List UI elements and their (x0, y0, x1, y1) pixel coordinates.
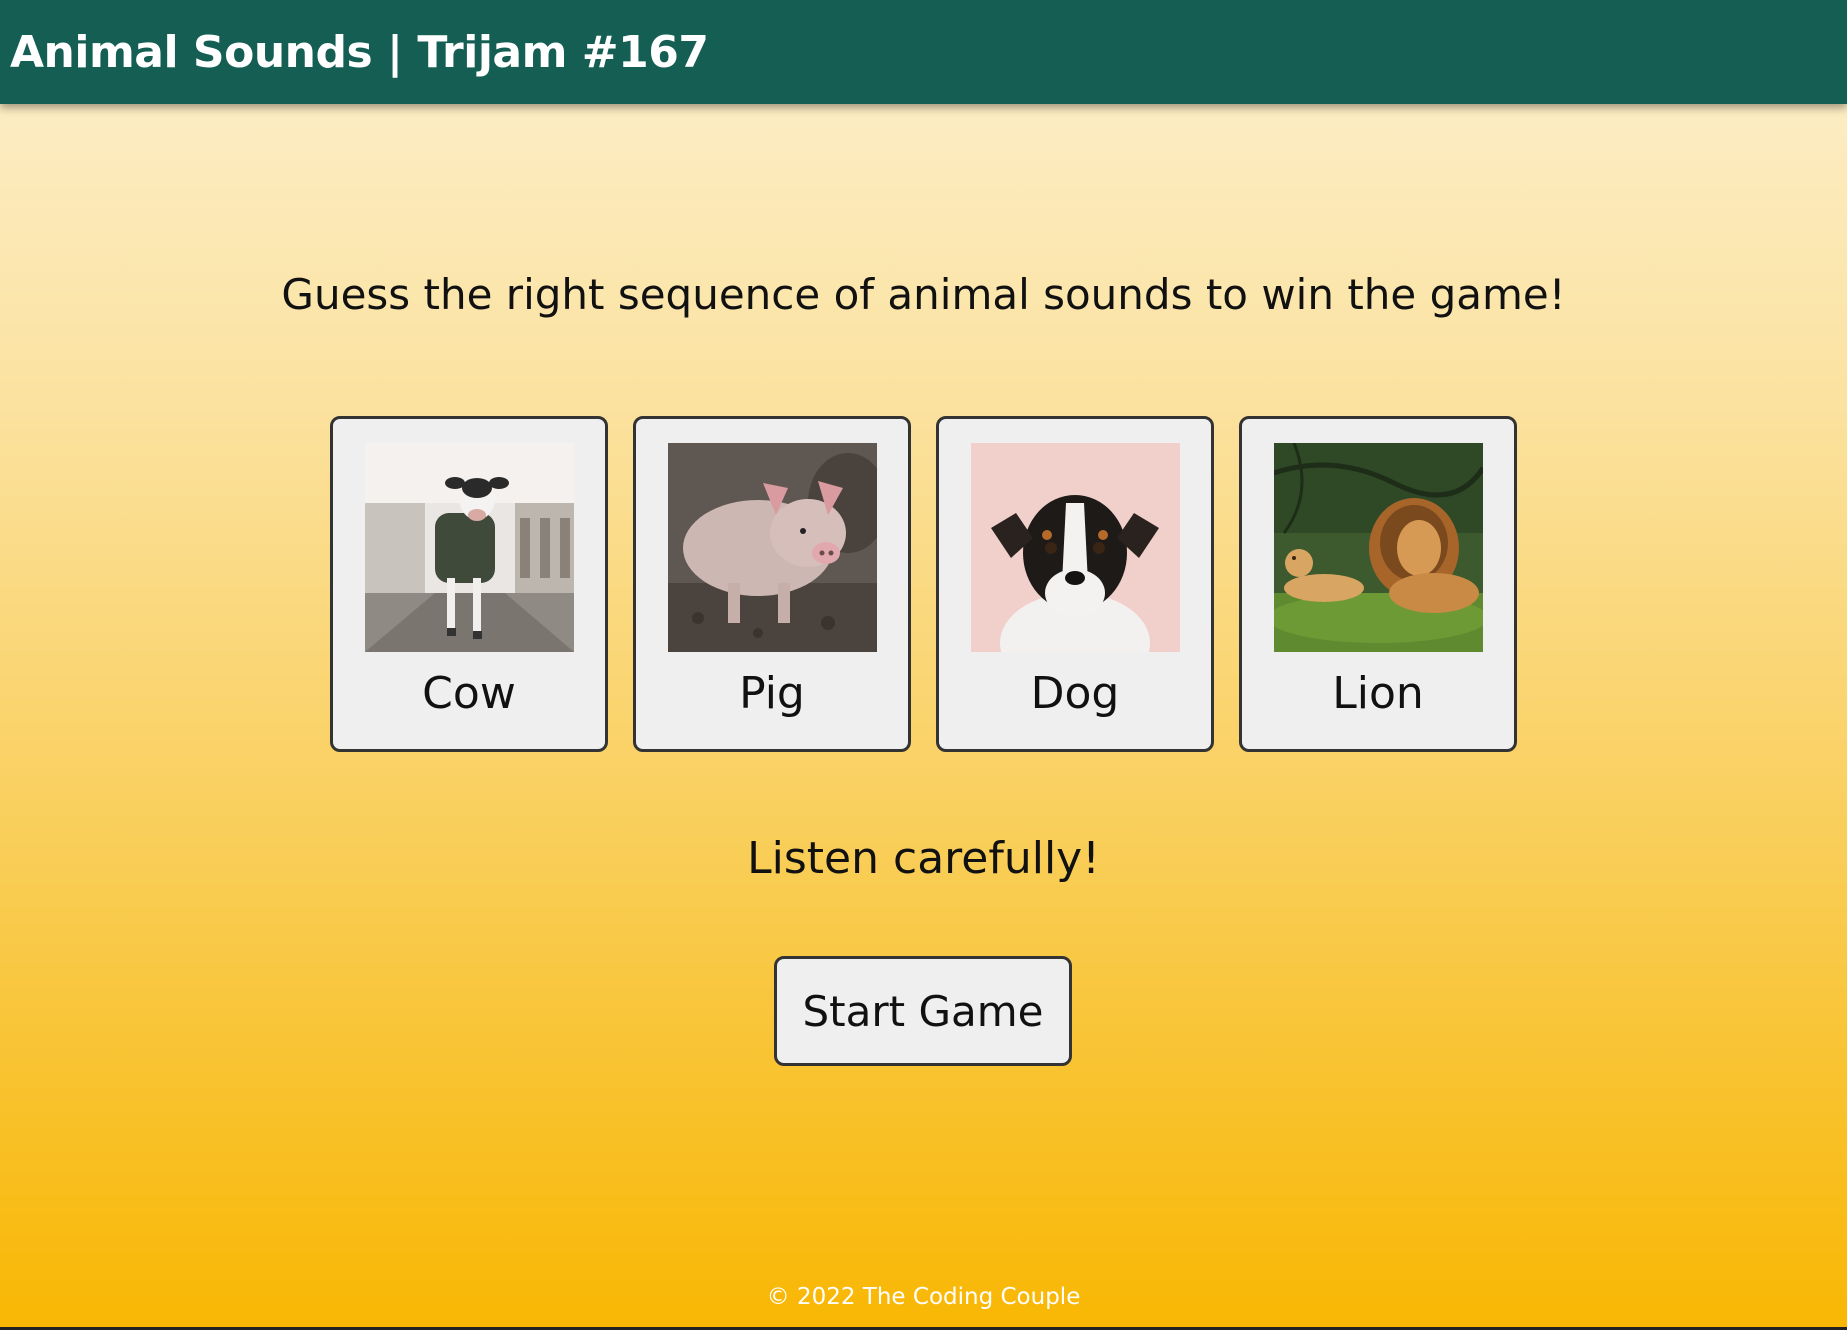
cow-photo (364, 443, 574, 652)
instruction-text: Guess the right sequence of animal sound… (281, 270, 1566, 319)
animal-card-pig[interactable]: Pig (633, 416, 911, 752)
animal-card-dog[interactable]: Dog (936, 416, 1214, 752)
app-header: Animal Sounds | Trijam #167 (0, 0, 1847, 104)
animal-label: Lion (1332, 668, 1424, 719)
status-text: Listen carefully! (747, 833, 1100, 884)
animal-card-lion[interactable]: Lion (1239, 416, 1517, 752)
animal-card-cow[interactable]: Cow (330, 416, 608, 752)
animal-cards: Cow Pig Dog Lion (330, 416, 1517, 752)
pig-photo (667, 443, 877, 652)
start-game-button[interactable]: Start Game (774, 956, 1072, 1066)
animal-label: Dog (1030, 668, 1120, 719)
animal-label: Cow (422, 668, 516, 719)
app-title: Animal Sounds | Trijam #167 (10, 26, 709, 78)
footer-copyright: © 2022 The Coding Couple (766, 1284, 1081, 1310)
animal-label: Pig (739, 668, 805, 719)
dog-photo (970, 443, 1180, 652)
lion-photo (1273, 443, 1483, 652)
